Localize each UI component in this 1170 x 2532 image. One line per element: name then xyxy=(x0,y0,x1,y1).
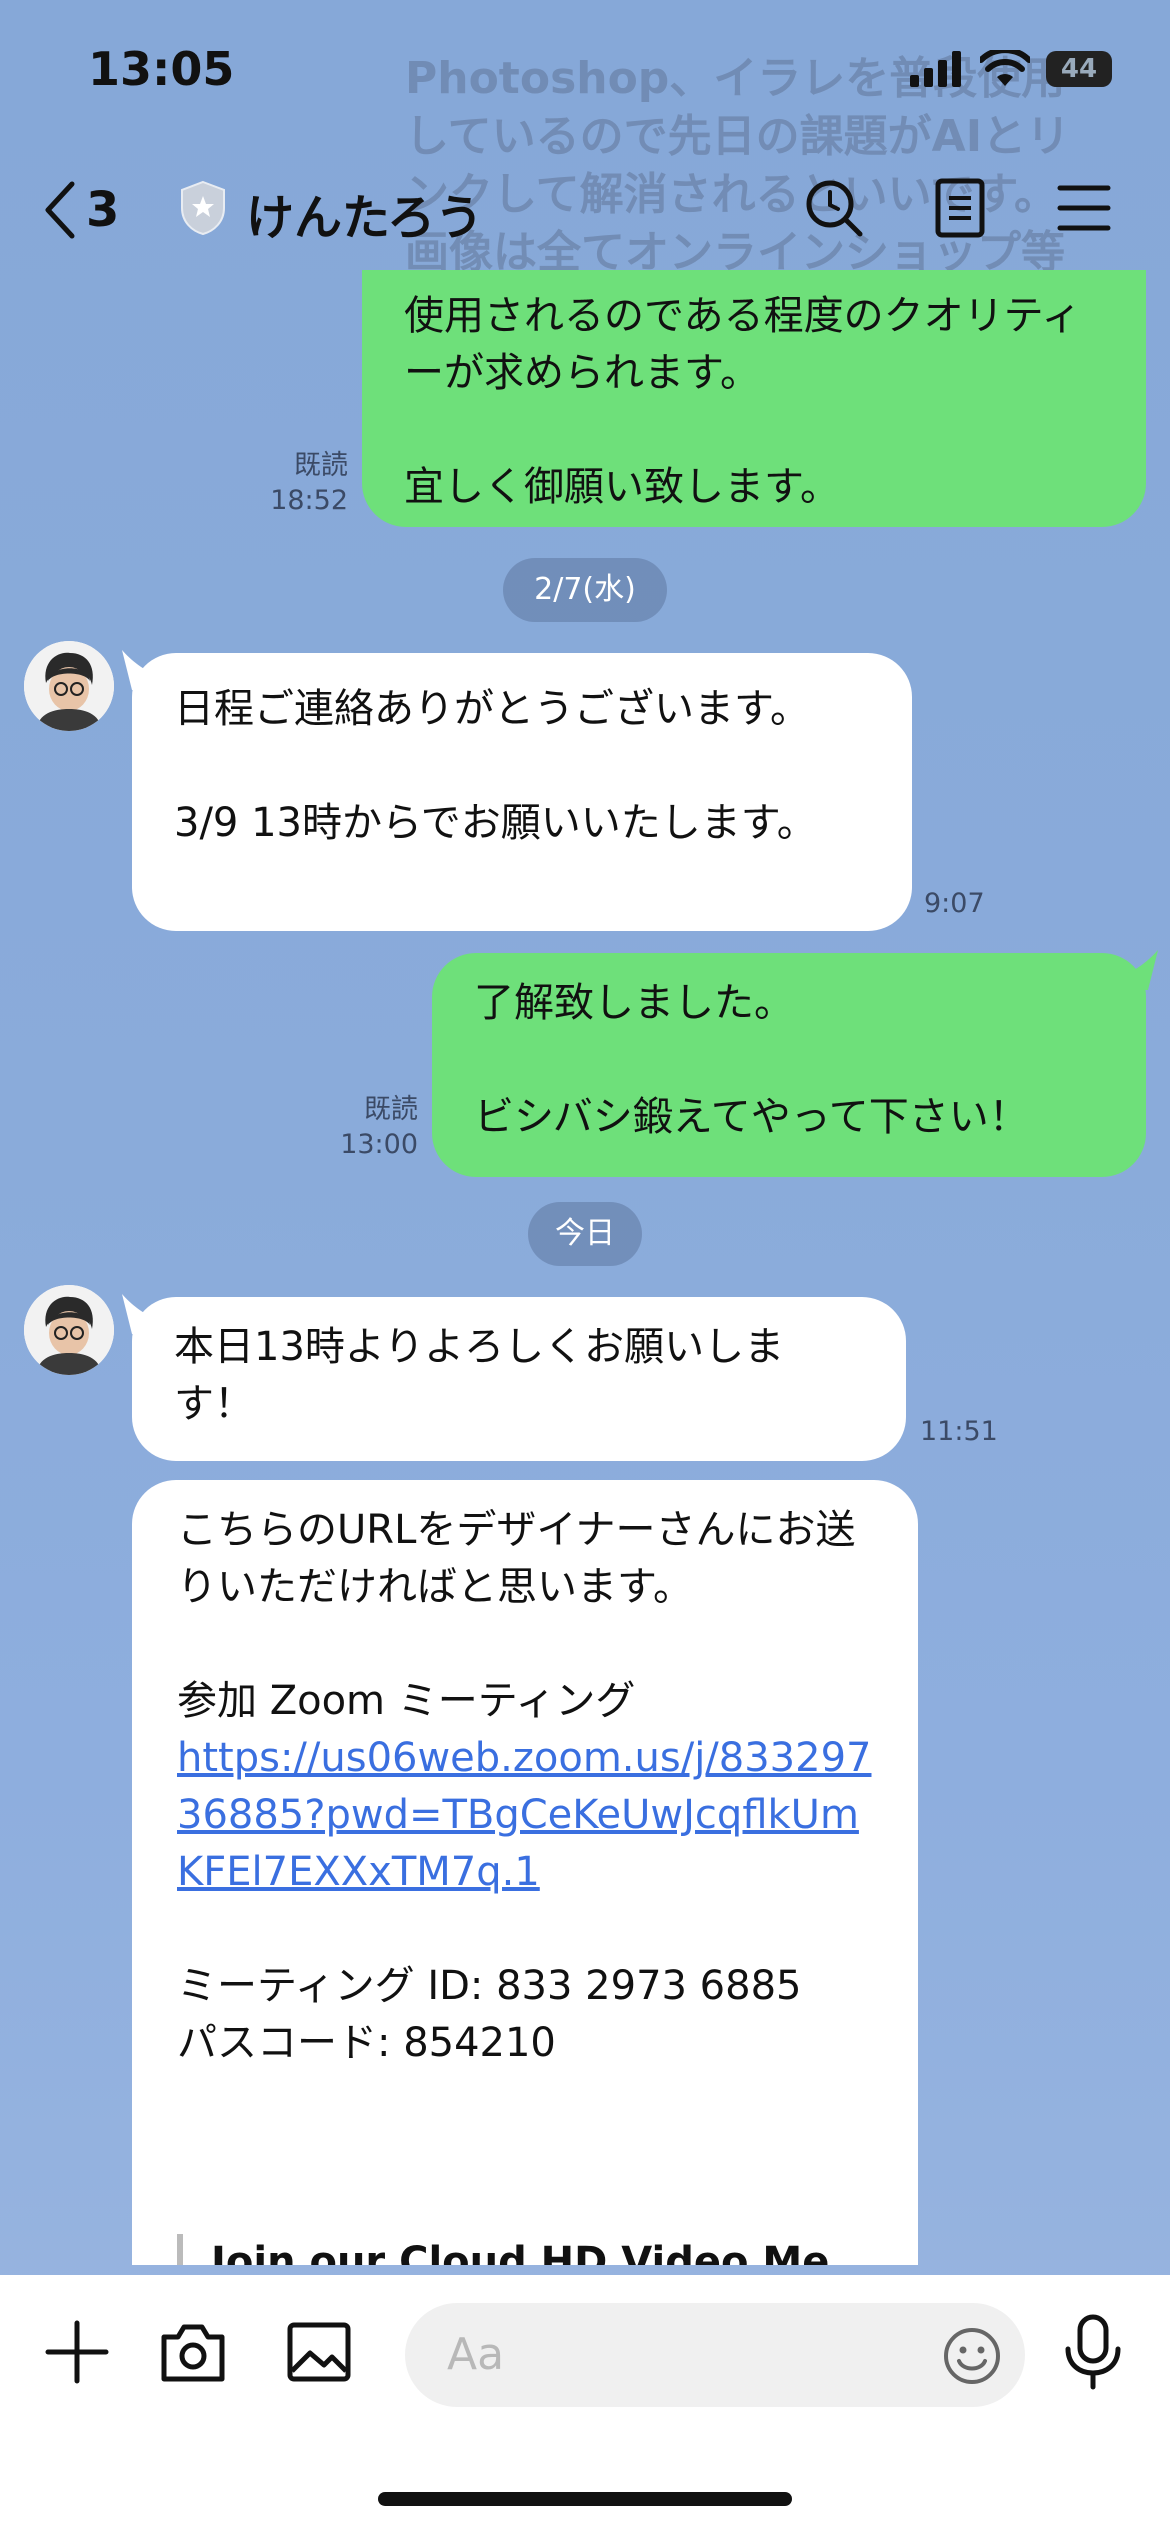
image-icon[interactable] xyxy=(284,2317,354,2387)
microphone-icon[interactable] xyxy=(1058,2311,1128,2391)
back-button[interactable]: 3 xyxy=(42,180,119,240)
incoming-message[interactable]: 日程ご連絡ありがとうございます。 3/9 13時からでお願いいたします。 xyxy=(132,653,912,931)
message-time: 9:07 xyxy=(924,888,985,919)
battery-indicator: 44 xyxy=(1046,51,1112,87)
meeting-id: ミーティング ID: 833 2973 6885 xyxy=(177,1963,802,2009)
message-read-meta: 既読 13:00 xyxy=(310,1092,418,1162)
message-input-placeholder: Aa xyxy=(447,2329,505,2380)
menu-icon[interactable] xyxy=(1052,176,1116,240)
passcode: パスコード: 854210 xyxy=(177,2020,556,2066)
outgoing-message[interactable]: 了解致しました。 ビシバシ鍛えてやって下さい！ xyxy=(432,953,1146,1177)
status-bar: Photoshop、イラレを普段使用しているので先日の課題がAIとリンクして解消… xyxy=(0,0,1170,336)
status-icons: 44 xyxy=(910,50,1112,88)
message-read-meta: 既読 18:52 xyxy=(240,448,348,518)
message-list[interactable]: 使用されるのである程度のクオリティーが求められます。 宜しく御願い致します。 既… xyxy=(0,270,1170,2265)
outgoing-message[interactable]: 使用されるのである程度のクオリティーが求められます。 宜しく御願い致します。 xyxy=(362,270,1146,527)
message-input[interactable]: Aa xyxy=(405,2303,1025,2407)
read-receipt: 既読 xyxy=(364,1094,418,1125)
read-receipt: 既読 xyxy=(294,450,348,481)
plus-icon[interactable] xyxy=(42,2317,112,2387)
link-preview-title[interactable]: Join our Cloud HD Video Me... xyxy=(177,2234,875,2265)
date-separator: 今日 xyxy=(528,1202,642,1266)
person-avatar-icon xyxy=(24,1285,114,1375)
zoom-link[interactable]: https://us06web.zoom.us/j/83329736885?pw… xyxy=(177,1730,873,1901)
incoming-message-zoom[interactable]: こちらのURLをデザイナーさんにお送りいただければと思います。 参加 Zoom … xyxy=(132,1480,918,2265)
status-time: 13:05 xyxy=(88,42,235,96)
zoom-label: 参加 Zoom ミーティング xyxy=(177,1678,636,1724)
chat-title: けんたろう xyxy=(246,190,484,246)
person-avatar-icon xyxy=(24,641,114,731)
message-time: 11:51 xyxy=(920,1416,998,1447)
date-separator: 2/7(水) xyxy=(503,558,667,622)
message-time: 13:00 xyxy=(340,1129,418,1160)
avatar[interactable] xyxy=(24,1285,114,1375)
emoji-icon[interactable] xyxy=(941,2325,1003,2387)
message-intro: こちらのURLをデザイナーさんにお送りいただければと思います。 xyxy=(177,1507,856,1610)
notes-icon[interactable] xyxy=(928,176,992,240)
home-indicator xyxy=(378,2492,792,2506)
chat-header: 3 けんたろう xyxy=(0,150,1170,270)
unread-count: 3 xyxy=(86,182,120,238)
signal-icon xyxy=(910,51,961,87)
message-time: 18:52 xyxy=(270,485,348,516)
camera-icon[interactable] xyxy=(158,2317,228,2387)
wifi-icon xyxy=(980,50,1030,86)
bubble-tail xyxy=(1118,950,1158,990)
official-shield-icon xyxy=(181,180,225,236)
avatar[interactable] xyxy=(24,641,114,731)
incoming-message[interactable]: 本日13時よりよろしくお願いします！ xyxy=(132,1297,906,1461)
chevron-left-icon xyxy=(45,181,75,239)
search-icon[interactable] xyxy=(802,176,866,240)
